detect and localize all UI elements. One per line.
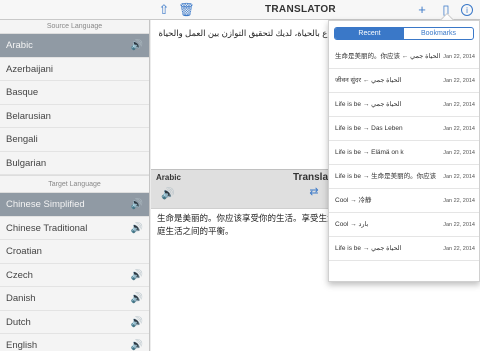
- speaker-icon[interactable]: 🔊: [131, 264, 143, 288]
- history-item-text: जीवन सुंदर ← الحياة جمي: [335, 77, 402, 84]
- history-item-text: Life is be → 生命是美丽的。你应该: [335, 173, 437, 180]
- translation-language-label: Arabic: [156, 173, 181, 182]
- history-item-text: Cool → 冷静: [335, 197, 372, 204]
- history-item-date: Jan 22, 2014: [443, 126, 475, 132]
- language-item[interactable]: Bengali: [0, 128, 149, 152]
- history-item[interactable]: Life is be → الحياة جمي Jan 22, 2014: [329, 237, 479, 261]
- language-label: Bulgarian: [6, 157, 47, 169]
- trash-icon[interactable]: 🗑: [178, 2, 195, 18]
- speaker-icon[interactable]: 🔊: [131, 287, 143, 311]
- language-label: Bengali: [6, 134, 38, 145]
- speaker-icon[interactable]: 🔊: [131, 34, 143, 58]
- language-item[interactable]: Arabic 🔊: [0, 34, 149, 58]
- app-title: TRANSLATOR: [265, 4, 336, 15]
- tab-bookmarks[interactable]: Bookmarks: [404, 28, 473, 39]
- language-item[interactable]: Bulgarian: [0, 152, 149, 175]
- target-language-header: Target Language: [0, 175, 149, 193]
- language-item[interactable]: Dutch 🔊: [0, 311, 149, 335]
- history-item-text: Life is be → Das Leben: [335, 125, 403, 132]
- language-label: Czech: [6, 269, 33, 281]
- history-list: 生命是美丽的。你应该 ← الحياة جمي Jan 22, 2014 जीवन …: [329, 45, 479, 261]
- history-item-date: Jan 22, 2014: [443, 222, 475, 228]
- speaker-icon[interactable]: 🔊: [161, 187, 175, 200]
- language-item[interactable]: Croatian: [0, 240, 149, 264]
- language-label: Chinese Simplified: [6, 199, 85, 210]
- history-item-text: Life is be → الحياة جمي: [335, 245, 402, 252]
- language-item[interactable]: English 🔊: [0, 334, 149, 351]
- language-sidebar: Source Language Arabic 🔊 Azerbaijani Basque…: [0, 20, 150, 351]
- history-item-date: Jan 22, 2014: [443, 198, 475, 204]
- history-item-date: Jan 22, 2014: [443, 78, 475, 84]
- tab-recent[interactable]: Recent: [335, 28, 404, 39]
- language-label: Azerbaijani: [6, 63, 53, 75]
- add-icon[interactable]: +: [414, 2, 430, 18]
- history-item[interactable]: Cool → بارد Jan 22, 2014: [329, 213, 479, 237]
- language-label: Arabic: [6, 40, 33, 51]
- history-item-date: Jan 22, 2014: [443, 150, 475, 156]
- translate-label: Translat: [293, 172, 332, 183]
- top-toolbar: ⇧ 🗑 TRANSLATOR + ▯ i: [0, 0, 480, 20]
- language-item[interactable]: Czech 🔊: [0, 264, 149, 288]
- language-item[interactable]: Chinese Traditional 🔊: [0, 217, 149, 241]
- source-language-list: Arabic 🔊 Azerbaijani Basque Belarusian Bengal…: [0, 34, 149, 175]
- info-icon[interactable]: i: [461, 4, 473, 16]
- history-item[interactable]: Life is be → Elämä on k Jan 22, 2014: [329, 141, 479, 165]
- history-item[interactable]: Life is be → 生命是美丽的。你应该 Jan 22, 2014: [329, 165, 479, 189]
- language-label: English: [6, 340, 38, 351]
- target-language-list: Chinese Simplified 🔊 Chinese Traditional 🔊 C…: [0, 193, 149, 351]
- share-icon[interactable]: ⇧: [156, 2, 172, 18]
- history-popover: Recent Bookmarks 生命是美丽的。你应该 ← الحياة جمي…: [328, 20, 480, 282]
- source-text[interactable]: متاع بالحياة، لديك لتحقيق التوازن بين ال…: [157, 28, 337, 39]
- target-text: 生命是美丽的。你应该享受你的生活。享受生活和家庭生活之间的平衡。: [157, 213, 353, 236]
- history-item-text: Life is be → الحياة جمي: [335, 101, 402, 108]
- language-item[interactable]: Chinese Simplified 🔊: [0, 193, 149, 217]
- swap-icon[interactable]: ⇄: [308, 186, 320, 198]
- language-item[interactable]: Azerbaijani: [0, 58, 149, 81]
- language-label: Danish: [6, 293, 36, 304]
- language-item[interactable]: Danish 🔊: [0, 287, 149, 311]
- speaker-icon[interactable]: 🔊: [131, 193, 143, 217]
- language-item[interactable]: Basque: [0, 81, 149, 105]
- language-label: Belarusian: [6, 110, 51, 122]
- language-label: Chinese Traditional: [6, 222, 88, 234]
- history-item-text: Life is be → Elämä on k: [335, 149, 404, 156]
- history-item-text: Cool → بارد: [335, 221, 369, 228]
- source-language-header: Source Language: [0, 20, 149, 34]
- history-item-text: 生命是美丽的。你应该 ← الحياة جمي: [335, 53, 441, 60]
- history-item[interactable]: 生命是美丽的。你应该 ← الحياة جمي Jan 22, 2014: [329, 45, 479, 69]
- history-item[interactable]: Life is be → الحياة جمي Jan 22, 2014: [329, 93, 479, 117]
- history-item-date: Jan 22, 2014: [443, 246, 475, 252]
- language-label: Dutch: [6, 316, 31, 328]
- history-item-date: Jan 22, 2014: [443, 174, 475, 180]
- history-item[interactable]: Cool → 冷静 Jan 22, 2014: [329, 189, 479, 213]
- language-item[interactable]: Belarusian: [0, 105, 149, 128]
- language-label: Basque: [6, 87, 39, 98]
- history-item-date: Jan 22, 2014: [443, 54, 475, 60]
- history-segmented-control: Recent Bookmarks: [334, 27, 474, 40]
- history-item[interactable]: जीवन सुंदर ← الحياة جمي Jan 22, 2014: [329, 69, 479, 93]
- speaker-icon[interactable]: 🔊: [131, 334, 143, 351]
- speaker-icon[interactable]: 🔊: [131, 217, 143, 241]
- history-item-date: Jan 22, 2014: [443, 102, 475, 108]
- speaker-icon[interactable]: 🔊: [131, 311, 143, 335]
- history-item[interactable]: Life is be → Das Leben Jan 22, 2014: [329, 117, 479, 141]
- language-label: Croatian: [6, 246, 42, 257]
